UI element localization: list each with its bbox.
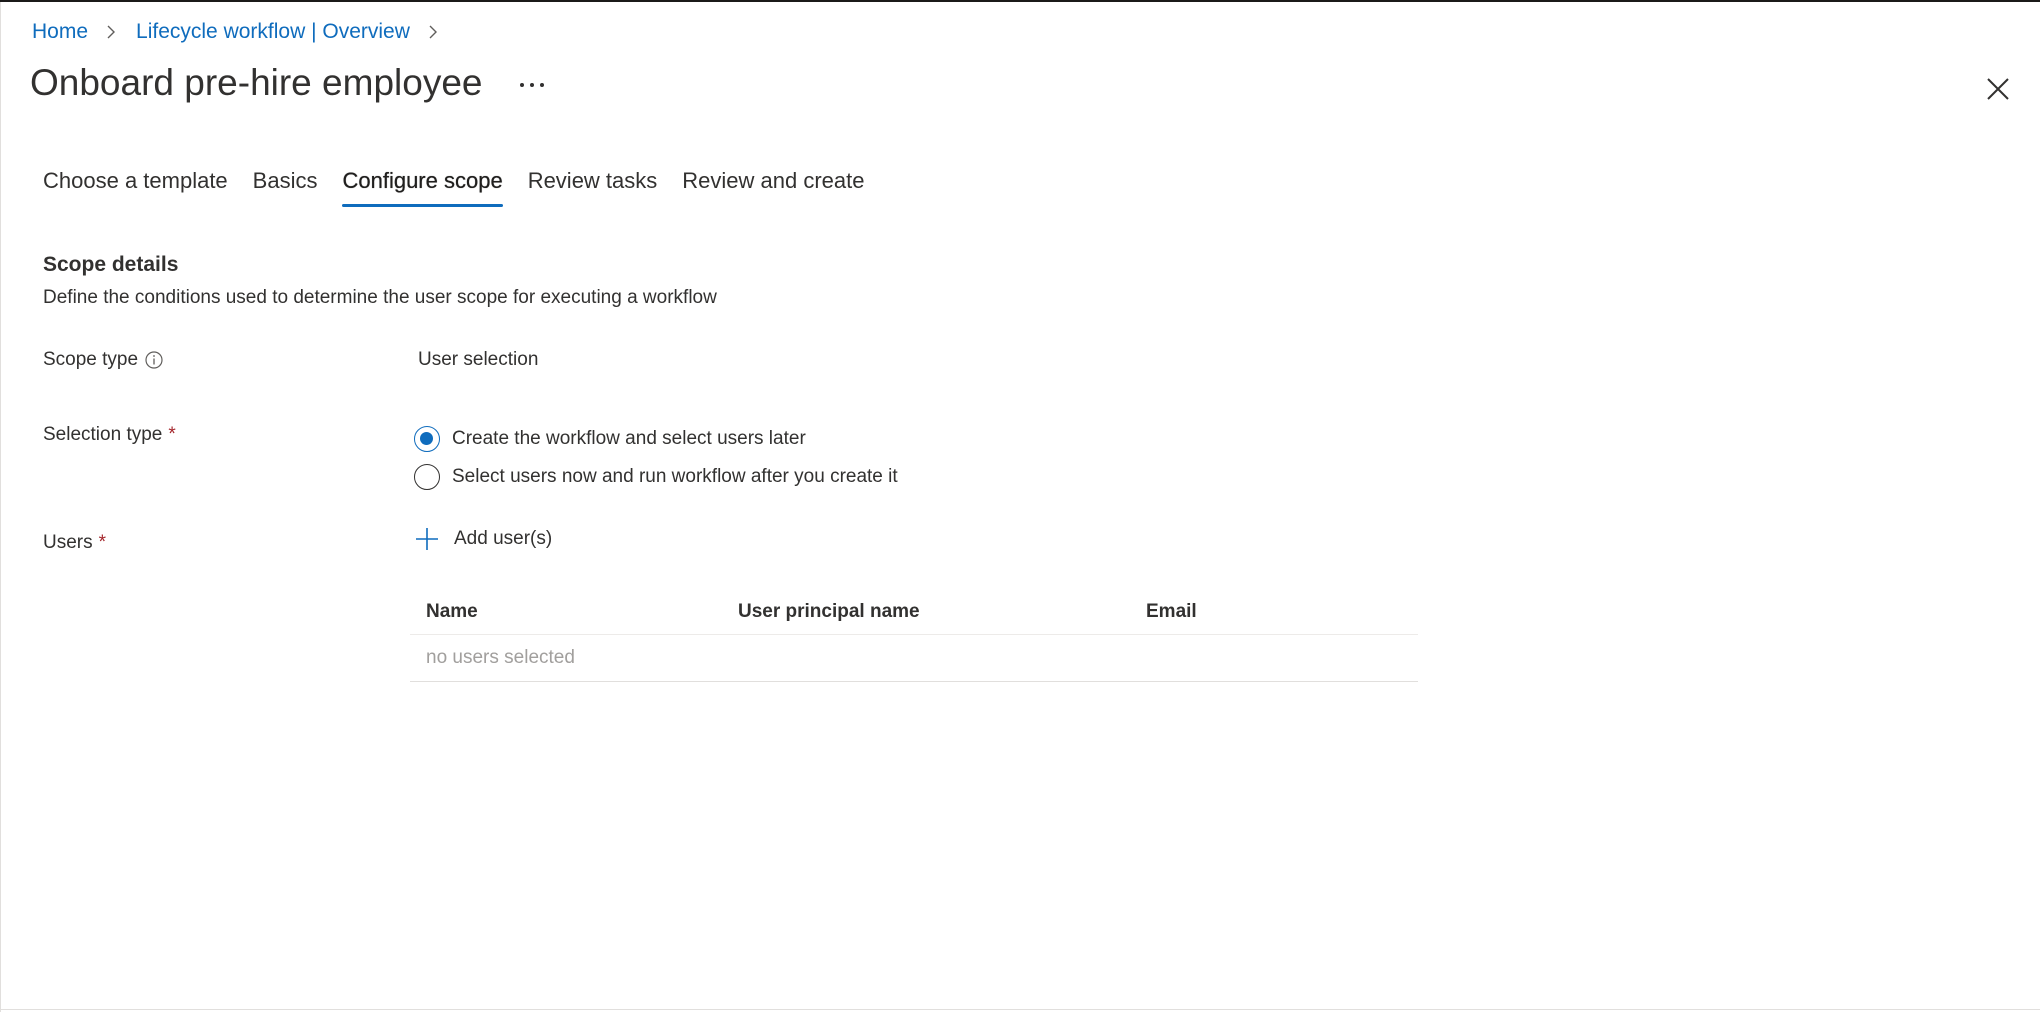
breadcrumb-overview-link[interactable]: Lifecycle workflow | Overview — [136, 18, 410, 46]
plus-icon — [414, 526, 440, 552]
close-icon — [1986, 77, 2010, 104]
column-header-name[interactable]: Name — [410, 590, 722, 635]
selection-type-label-text: Selection type — [43, 424, 163, 445]
radio-select-now[interactable]: Select users now and run workflow after … — [414, 462, 898, 492]
empty-table-message: no users selected — [410, 634, 1418, 682]
section-description: Define the conditions used to determine … — [43, 287, 717, 308]
radio-button-checked[interactable] — [414, 426, 440, 452]
tab-choose-template[interactable]: Choose a template — [43, 162, 228, 200]
info-icon[interactable] — [144, 350, 164, 370]
chevron-right-icon — [98, 18, 126, 46]
selection-type-label: Selection type * — [43, 421, 176, 449]
tab-configure-scope[interactable]: Configure scope — [342, 162, 503, 207]
ellipsis-icon — [519, 76, 545, 91]
lifecycle-workflow-page: Home Lifecycle workflow | Overview Onboa… — [0, 2, 2040, 1012]
breadcrumb: Home Lifecycle workflow | Overview — [32, 18, 458, 46]
section-title: Scope details — [43, 253, 179, 276]
users-label-text: Users — [43, 532, 93, 553]
wizard-tabs: Choose a template Basics Configure scope… — [43, 162, 890, 207]
scope-type-value: User selection — [418, 349, 539, 370]
add-users-label: Add user(s) — [454, 528, 553, 549]
column-header-upn[interactable]: User principal name — [722, 590, 1130, 635]
selection-type-radio-group: Create the workflow and select users lat… — [414, 424, 898, 500]
tab-basics[interactable]: Basics — [253, 162, 318, 200]
table-row: no users selected — [410, 634, 1418, 682]
page-title: Onboard pre-hire employee — [30, 62, 483, 103]
column-header-email[interactable]: Email — [1130, 590, 1418, 635]
table-header-row: Name User principal name Email — [410, 590, 1418, 635]
add-users-button[interactable]: Add user(s) — [414, 526, 552, 552]
scope-type-label-text: Scope type — [43, 349, 139, 370]
users-table: Name User principal name Email no users … — [410, 590, 1418, 682]
radio-label: Select users now and run workflow after … — [452, 466, 898, 487]
bottom-border — [0, 1009, 2040, 1010]
tab-review-and-create[interactable]: Review and create — [682, 162, 864, 200]
close-button[interactable] — [1976, 68, 2020, 112]
radio-button-unchecked[interactable] — [414, 464, 440, 490]
required-mark: * — [98, 532, 107, 553]
left-border — [0, 2, 1, 1012]
tab-review-tasks[interactable]: Review tasks — [528, 162, 658, 200]
title-row: Onboard pre-hire employee — [30, 58, 552, 108]
breadcrumb-home-link[interactable]: Home — [32, 18, 88, 46]
radio-label: Create the workflow and select users lat… — [452, 428, 806, 449]
radio-select-later[interactable]: Create the workflow and select users lat… — [414, 424, 898, 454]
scope-type-label: Scope type — [43, 346, 164, 374]
required-mark: * — [168, 424, 176, 445]
more-options-button[interactable] — [512, 63, 552, 103]
users-label: Users * — [43, 529, 106, 557]
chevron-right-icon — [420, 18, 448, 46]
